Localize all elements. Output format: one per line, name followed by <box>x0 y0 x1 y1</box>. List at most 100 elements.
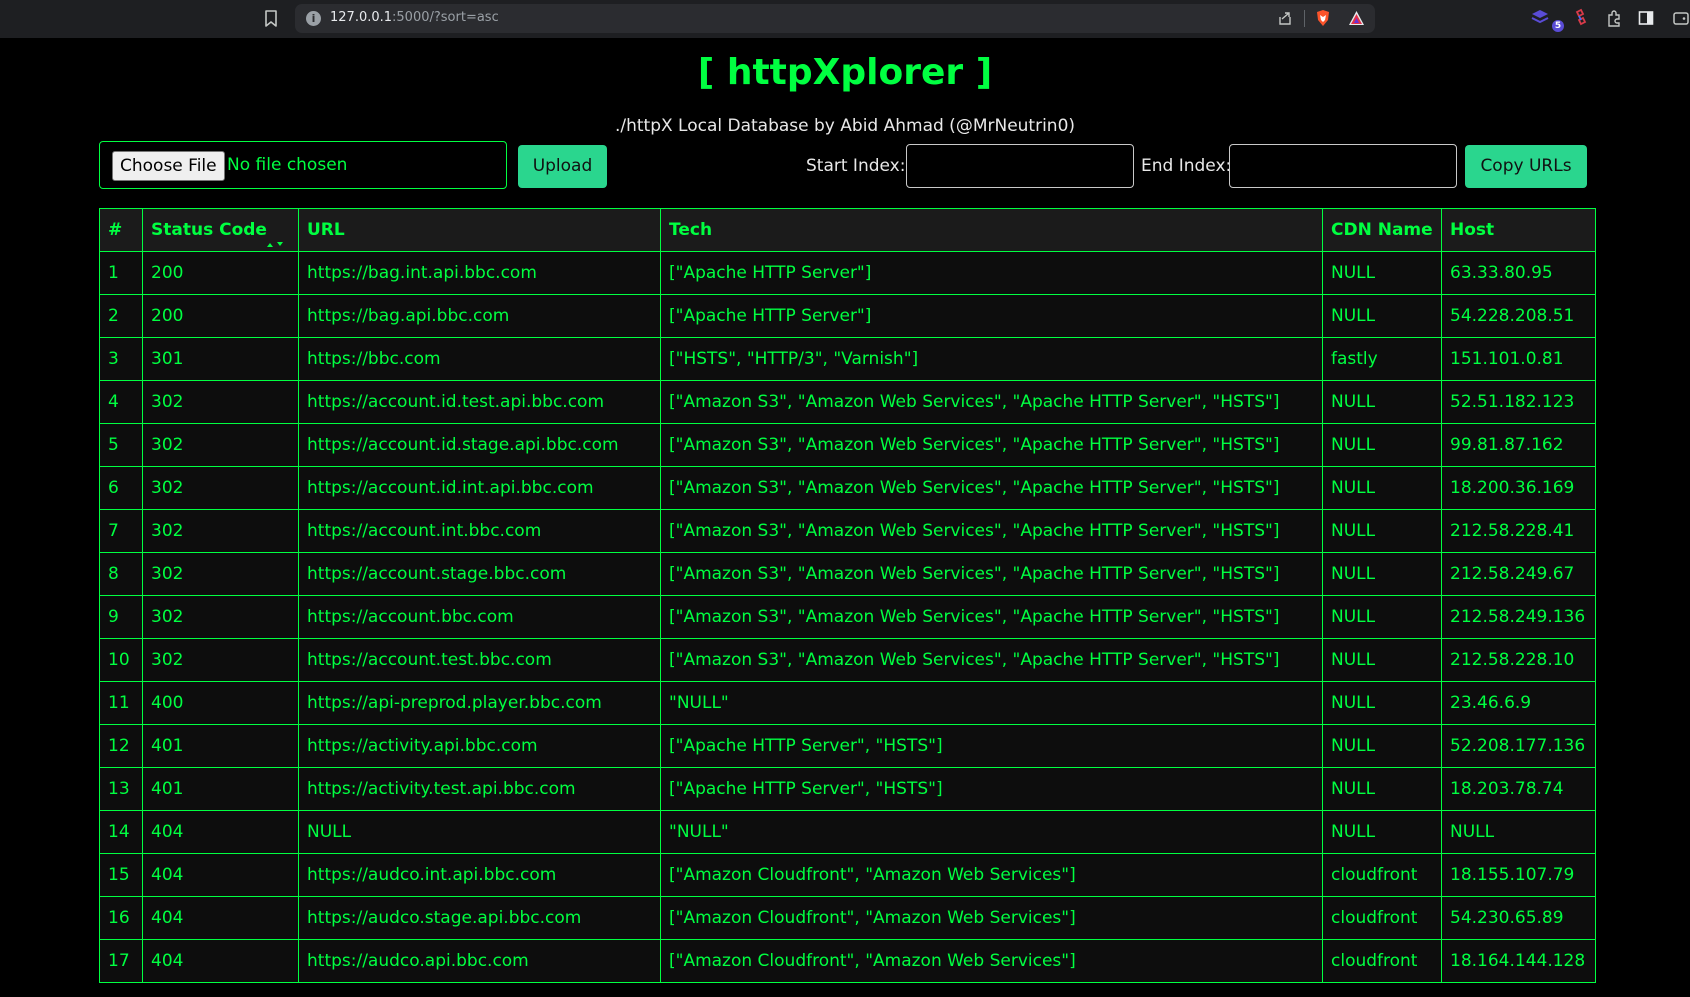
table-row: 15 404 https://audco.int.api.bbc.com ["Amaz… <box>99 853 1596 897</box>
cell-status-code: 302 <box>142 466 299 510</box>
cell-tech: ["Apache HTTP Server", "HSTS"] <box>660 767 1323 811</box>
url-divider <box>1304 10 1305 27</box>
table-row: 6 302 https://account.id.int.api.bbc.com ["… <box>99 466 1596 510</box>
table-row: 9 302 https://account.bbc.com ["Amazon S3",… <box>99 595 1596 639</box>
url-text[interactable]: 127.0.0.1:5000/?sort=asc <box>330 10 499 25</box>
cell-url[interactable]: https://audco.api.bbc.com <box>298 939 661 983</box>
page-subtitle: ./httpX Local Database by Abid Ahmad (@M… <box>614 116 1076 136</box>
start-index-input[interactable] <box>906 144 1134 188</box>
cell-url[interactable]: https://activity.test.api.bbc.com <box>298 767 661 811</box>
cell-url[interactable]: https://account.bbc.com <box>298 595 661 639</box>
cell-url[interactable]: https://bbc.com <box>298 337 661 381</box>
column-header-tech[interactable]: Tech <box>660 208 1323 252</box>
puzzle-icon[interactable] <box>1606 8 1622 30</box>
copy-urls-button[interactable]: Copy URLs <box>1465 145 1587 188</box>
cell-cdn-name: cloudfront <box>1322 939 1442 983</box>
cell-url[interactable]: https://account.id.int.api.bbc.com <box>298 466 661 510</box>
brave-shield-icon[interactable] <box>1315 9 1331 27</box>
table-row: 11 400 https://api-preprod.player.bbc.com "… <box>99 681 1596 725</box>
table-row: 1 200 https://bag.int.api.bbc.com ["Apache … <box>99 251 1596 295</box>
table-header-row: # Status Code URL Tech CDN Name Host <box>99 208 1596 252</box>
table-row: 13 401 https://activity.test.api.bbc.com ["… <box>99 767 1596 811</box>
table-row: 3 301 https://bbc.com ["HSTS", "HTTP/3", "V… <box>99 337 1596 381</box>
table-row: 4 302 https://account.id.test.api.bbc.com[… <box>99 380 1596 424</box>
table-row: 14 404 NULL "NULL" NULL NULL <box>99 810 1596 854</box>
sidebar-icon[interactable] <box>1638 8 1654 30</box>
cell-cdn-name: cloudfront <box>1322 896 1442 940</box>
cell-status-code: 302 <box>142 638 299 682</box>
cell-host: 18.203.78.74 <box>1441 767 1596 811</box>
cell-host: 52.208.177.136 <box>1441 724 1596 768</box>
cell-url[interactable]: https://activity.api.bbc.com <box>298 724 661 768</box>
cell-index: 11 <box>99 681 143 725</box>
info-icon[interactable]: i <box>306 11 321 26</box>
cell-index: 12 <box>99 724 143 768</box>
cell-host: NULL <box>1441 810 1596 854</box>
cell-url[interactable]: https://account.int.bbc.com <box>298 509 661 553</box>
cell-cdn-name: NULL <box>1322 423 1442 467</box>
url-path: :5000/?sort=asc <box>392 10 499 25</box>
cell-cdn-name: NULL <box>1322 294 1442 338</box>
cell-host: 18.155.107.79 <box>1441 853 1596 897</box>
cell-status-code: 302 <box>142 509 299 553</box>
cell-cdn-name: NULL <box>1322 251 1442 295</box>
file-status-text: No file chosen <box>227 155 348 175</box>
cell-cdn-name: NULL <box>1322 380 1442 424</box>
cell-cdn-name: NULL <box>1322 466 1442 510</box>
column-header-index[interactable]: # <box>99 208 143 252</box>
table-row: 2 200 https://bag.api.bbc.com ["Apache HTTP… <box>99 294 1596 338</box>
address-bar[interactable]: i 127.0.0.1:5000/?sort=asc <box>295 4 1375 33</box>
cell-tech: ["Amazon S3", "Amazon Web Services", "Ap… <box>660 380 1323 424</box>
sort-arrows-icon[interactable] <box>266 241 284 248</box>
cell-host: 18.164.144.128 <box>1441 939 1596 983</box>
table-row: 8 302 https://account.stage.bbc.com ["Amazo… <box>99 552 1596 596</box>
column-header-status-code[interactable]: Status Code <box>142 208 299 252</box>
table-body: 1 200 https://bag.int.api.bbc.com ["Apache … <box>99 251 1596 983</box>
extension-badge: 5 <box>1552 20 1564 32</box>
table-row: 16 404 https://audco.stage.api.bbc.com ["Am… <box>99 896 1596 940</box>
cell-tech: ["Apache HTTP Server", "HSTS"] <box>660 724 1323 768</box>
table-row: 7 302 https://account.int.bbc.com ["Amazon … <box>99 509 1596 553</box>
cell-url[interactable]: https://account.test.bbc.com <box>298 638 661 682</box>
cell-url[interactable]: https://account.id.stage.api.bbc.com <box>298 423 661 467</box>
cell-status-code: 302 <box>142 552 299 596</box>
end-index-input[interactable] <box>1229 144 1457 188</box>
cell-url[interactable]: https://api-preprod.player.bbc.com <box>298 681 661 725</box>
extension-icon[interactable] <box>1530 8 1550 30</box>
share-icon[interactable] <box>1277 10 1293 26</box>
bookmark-icon[interactable] <box>264 10 278 28</box>
table-row: 12 401 https://activity.api.bbc.com ["Apach… <box>99 724 1596 768</box>
cell-url[interactable]: https://bag.int.api.bbc.com <box>298 251 661 295</box>
cell-tech: ["Apache HTTP Server"] <box>660 251 1323 295</box>
start-index-label: Start Index: <box>806 156 906 176</box>
cell-tech: ["Amazon S3", "Amazon Web Services", "Ap… <box>660 423 1323 467</box>
column-header-url[interactable]: URL <box>298 208 661 252</box>
cell-status-code: 404 <box>142 939 299 983</box>
cell-url[interactable]: https://account.stage.bbc.com <box>298 552 661 596</box>
brave-rewards-icon[interactable] <box>1348 10 1365 26</box>
end-index-label: End Index: <box>1141 156 1232 176</box>
cell-tech: ["Amazon S3", "Amazon Web Services", "Ap… <box>660 552 1323 596</box>
cell-cdn-name: NULL <box>1322 767 1442 811</box>
cell-status-code: 404 <box>142 810 299 854</box>
cell-index: 15 <box>99 853 143 897</box>
column-header-host[interactable]: Host <box>1441 208 1596 252</box>
cell-status-code: 404 <box>142 896 299 940</box>
link-extension-icon[interactable] <box>1573 8 1589 30</box>
wallet-icon[interactable] <box>1672 8 1690 30</box>
cell-url[interactable]: https://account.id.test.api.bbc.com <box>298 380 661 424</box>
cell-status-code: 404 <box>142 853 299 897</box>
choose-file-button[interactable]: Choose File <box>112 151 225 181</box>
file-input[interactable]: Choose File No file chosen <box>99 141 507 189</box>
cell-index: 6 <box>99 466 143 510</box>
cell-url[interactable]: NULL <box>298 810 661 854</box>
cell-url[interactable]: https://bag.api.bbc.com <box>298 294 661 338</box>
cell-tech: ["Amazon Cloudfront", "Amazon Web Servic… <box>660 896 1323 940</box>
cell-status-code: 400 <box>142 681 299 725</box>
cell-url[interactable]: https://audco.stage.api.bbc.com <box>298 896 661 940</box>
upload-button[interactable]: Upload <box>518 145 607 188</box>
cell-url[interactable]: https://audco.int.api.bbc.com <box>298 853 661 897</box>
cell-host: 23.46.6.9 <box>1441 681 1596 725</box>
cell-tech: ["Amazon S3", "Amazon Web Services", "Ap… <box>660 466 1323 510</box>
column-header-cdn-name[interactable]: CDN Name <box>1322 208 1442 252</box>
